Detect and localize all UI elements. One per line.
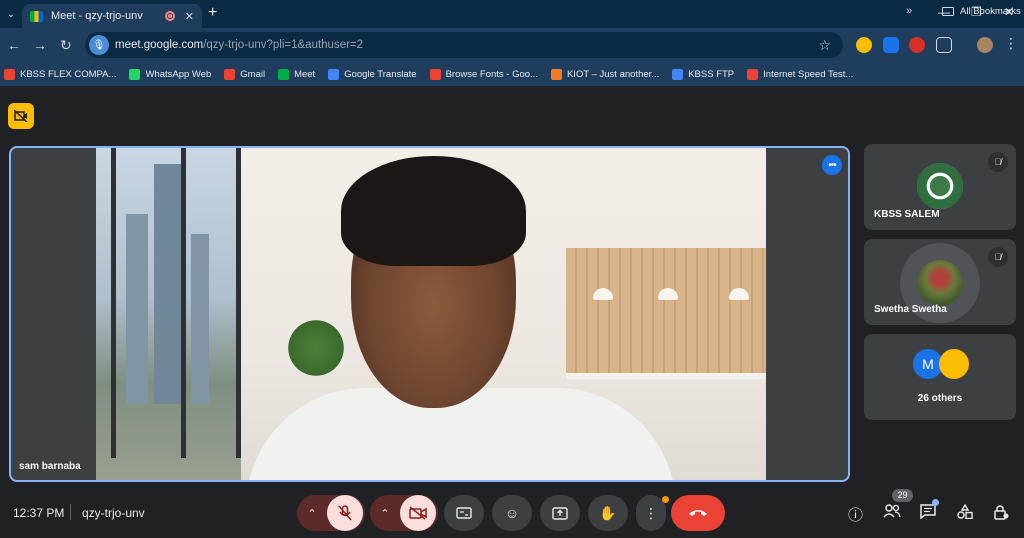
bookmark-label: Gmail — [240, 68, 266, 80]
main-video-tile[interactable]: ••• sam barnaba — [9, 146, 850, 482]
meet-favicon-icon — [30, 10, 43, 22]
bookmark-item[interactable]: Internet Speed Test... — [747, 68, 854, 80]
participant-name: KBSS SALEM — [874, 209, 940, 220]
present-screen-button[interactable] — [540, 495, 580, 531]
tab-search-icon[interactable]: ⌄ — [0, 2, 22, 26]
bookmark-favicon-icon — [550, 68, 562, 80]
leave-call-button[interactable] — [671, 495, 725, 531]
participant-video — [96, 148, 766, 480]
bookmark-favicon-icon — [747, 68, 759, 80]
bookmark-item[interactable]: Meet — [278, 68, 316, 80]
participant-tile-kbss[interactable]: 🎙̸ KBSS SALEM — [864, 144, 1016, 230]
participant-logo — [917, 163, 963, 209]
tab-title: Meet - qzy-trjo-unv — [51, 10, 143, 22]
bookmark-item[interactable]: Browse Fonts - Goo... — [429, 68, 538, 80]
person-hair — [341, 156, 526, 266]
people-icon[interactable] — [883, 504, 901, 522]
bookmark-star-icon[interactable]: ☆ — [818, 37, 831, 54]
url-text: meet.google.com/qzy-trjo-unv?pli=1&authu… — [115, 39, 363, 51]
forward-arrow-icon[interactable]: → — [33, 37, 47, 53]
bookmark-favicon-icon — [429, 68, 441, 80]
tab-strip: ⌄ Meet - qzy-trjo-unv ✕ + — ❐ ✕ — [0, 0, 1024, 28]
browser-tab-meet[interactable]: Meet - qzy-trjo-unv ✕ — [22, 4, 202, 28]
meeting-info-icon[interactable]: ⓘ — [848, 504, 863, 525]
profile-avatar[interactable] — [977, 37, 993, 53]
emoji-reactions-button[interactable]: ☺ — [492, 495, 532, 531]
people-count-badge: 29 — [892, 489, 913, 502]
clock-time: 12:37 PM — [13, 506, 65, 520]
host-controls-icon[interactable] — [993, 504, 1009, 524]
bookmarks-overflow-icon[interactable]: » — [906, 5, 912, 17]
bookmark-favicon-icon — [278, 68, 290, 80]
activities-icon[interactable] — [957, 503, 973, 523]
back-arrow-icon[interactable]: ← — [7, 37, 21, 53]
new-tab-button[interactable]: + — [208, 4, 217, 22]
puzzle-extensions-icon[interactable] — [936, 37, 952, 53]
background-window — [96, 148, 241, 480]
others-tile[interactable]: M 26 others — [864, 334, 1016, 420]
participant-name: Swetha Swetha — [874, 304, 947, 315]
tab-close-icon[interactable]: ✕ — [185, 10, 194, 23]
bookmark-label: Internet Speed Test... — [763, 68, 854, 80]
others-count-label: 26 others — [917, 393, 963, 404]
bookmarks-bar: KBSS FLEX COMPA... WhatsApp Web Gmail Meet G… — [0, 62, 1024, 86]
extension-icon[interactable] — [856, 37, 872, 53]
background-wood-wall — [566, 248, 766, 378]
bookmark-item[interactable]: KBSS FLEX COMPA... — [4, 68, 117, 80]
tile-more-options-button[interactable]: ••• — [822, 155, 842, 175]
captions-button[interactable] — [444, 495, 484, 531]
bookmark-label: Meet — [294, 68, 316, 80]
address-bar[interactable]: 🎙 meet.google.com/qzy-trjo-unv?pli=1&aut… — [85, 32, 843, 58]
participant-tile-swetha[interactable]: 🎙̸ Swetha Swetha — [864, 239, 1016, 325]
bookmark-favicon-icon — [129, 68, 141, 80]
main-participant-name: sam barnaba — [19, 461, 81, 472]
participant-avatar — [917, 260, 963, 306]
microphone-site-icon[interactable]: 🎙 — [89, 35, 109, 55]
url-path: /qzy-trjo-unv?pli=1&authuser=2 — [203, 39, 364, 51]
notification-dot — [662, 496, 669, 503]
bookmark-favicon-icon — [4, 68, 15, 80]
bookmark-label: KIOT – Just another... — [566, 68, 660, 80]
recording-icon — [164, 11, 175, 21]
browser-toolbar: ← → ↻ 🎙 meet.google.com/qzy-trjo-unv?pli… — [0, 28, 1024, 62]
camera-control-group: ⌃ — [370, 495, 438, 531]
camera-off-button[interactable] — [400, 495, 436, 531]
camera-options-chevron-icon[interactable]: ⌃ — [370, 507, 400, 520]
url-host: meet.google.com — [115, 39, 204, 51]
all-bookmarks-label: All Bookmarks — [960, 6, 1021, 17]
bookmark-favicon-icon — [224, 68, 236, 80]
meeting-code: qzy-trjo-unv — [82, 506, 145, 520]
divider — [70, 504, 71, 520]
bookmark-item[interactable]: WhatsApp Web — [129, 68, 212, 80]
reload-icon[interactable]: ↻ — [60, 37, 72, 54]
camera-off-alert-icon[interactable] — [8, 103, 34, 129]
extension-icon[interactable] — [909, 37, 925, 53]
bookmark-favicon-icon — [672, 68, 684, 80]
bookmark-item[interactable]: Gmail — [224, 68, 266, 80]
mic-control-group: ⌃ — [297, 495, 365, 531]
raise-hand-button[interactable]: ✋ — [588, 495, 628, 531]
bookmark-label: Browse Fonts - Goo... — [445, 68, 538, 80]
folder-icon — [942, 7, 954, 16]
chat-notification-dot — [932, 499, 939, 506]
bookmark-label: Google Translate — [344, 68, 417, 80]
bookmark-label: KBSS FTP — [688, 68, 735, 80]
others-avatar-photo — [939, 349, 969, 379]
chat-icon[interactable] — [920, 504, 936, 523]
mic-off-icon: 🎙̸ — [988, 247, 1008, 267]
mic-off-button[interactable] — [327, 495, 363, 531]
extension-icon[interactable] — [883, 37, 899, 53]
mic-off-icon: 🎙̸ — [988, 152, 1008, 172]
bookmark-label: WhatsApp Web — [145, 68, 212, 80]
bookmark-item[interactable]: KIOT – Just another... — [550, 68, 660, 80]
bookmark-favicon-icon — [328, 68, 340, 80]
browser-menu-icon[interactable]: ⋮ — [1004, 35, 1018, 52]
bookmark-item[interactable]: KBSS FTP — [672, 68, 735, 80]
mic-options-chevron-icon[interactable]: ⌃ — [297, 507, 327, 520]
bookmark-item[interactable]: Google Translate — [328, 68, 417, 80]
all-bookmarks-button[interactable]: All Bookmarks — [942, 6, 1021, 17]
bookmark-label: KBSS FLEX COMPA... — [20, 68, 117, 80]
